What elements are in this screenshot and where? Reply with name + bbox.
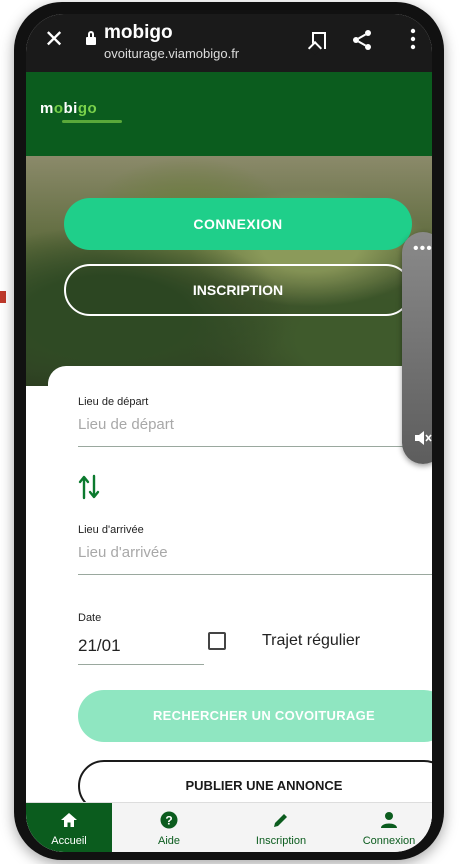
- inscription-button[interactable]: INSCRIPTION: [64, 264, 412, 316]
- arrivee-underline: [78, 574, 432, 575]
- bottom-navigation: Accueil ? Aide Inscription Connexion: [26, 802, 432, 852]
- date-label: Date: [78, 612, 102, 624]
- app-header: mobigo: [26, 72, 432, 156]
- close-icon[interactable]: ✕: [44, 28, 64, 52]
- help-icon: ?: [160, 811, 178, 829]
- browser-title: mobigo: [104, 22, 173, 43]
- depart-underline: [78, 446, 432, 447]
- date-underline: [78, 664, 204, 665]
- phone-frame: ✕ mobigo ovoiturage.viamobigo.fr mobigo …: [14, 2, 444, 860]
- nav-item-accueil[interactable]: Accueil: [26, 803, 112, 852]
- search-carpool-button[interactable]: RECHERCHER UN COVOITURAGE: [78, 690, 432, 742]
- home-icon: [61, 813, 77, 827]
- lock-icon: [86, 31, 96, 48]
- arrivee-input[interactable]: Lieu d'arrivée: [78, 544, 168, 561]
- person-icon: [381, 812, 397, 828]
- nav-item-inscription[interactable]: Inscription: [238, 803, 324, 852]
- more-vert-icon[interactable]: [410, 28, 416, 50]
- connexion-button[interactable]: CONNEXION: [64, 198, 412, 250]
- nav-item-connexion[interactable]: Connexion: [346, 803, 432, 852]
- depart-input[interactable]: Lieu de départ: [78, 416, 174, 433]
- regular-trip-checkbox[interactable]: [208, 632, 226, 650]
- floating-media-panel[interactable]: •••: [402, 232, 432, 464]
- nav-item-aide[interactable]: ? Aide: [126, 803, 212, 852]
- nav-label-aide: Aide: [157, 835, 181, 847]
- browser-url[interactable]: ovoiturage.viamobigo.fr: [104, 46, 239, 61]
- screen: ✕ mobigo ovoiturage.viamobigo.fr mobigo …: [26, 14, 432, 852]
- nav-label-connexion: Connexion: [362, 835, 416, 847]
- pencil-icon: [274, 814, 287, 827]
- arrivee-label: Lieu d'arrivée: [78, 524, 144, 536]
- share-icon[interactable]: [350, 28, 374, 52]
- bookmark-icon[interactable]: [312, 32, 326, 49]
- date-input[interactable]: 21/01: [78, 636, 121, 656]
- search-form-card: Lieu de départ Lieu de départ Lieu d'arr…: [48, 366, 432, 836]
- svg-text:?: ?: [165, 814, 172, 828]
- logo-tagline: [62, 120, 122, 123]
- regular-trip-label[interactable]: Trajet régulier: [262, 632, 360, 650]
- swap-icon[interactable]: [78, 474, 100, 500]
- browser-toolbar: ✕ mobigo ovoiturage.viamobigo.fr: [26, 14, 432, 72]
- nav-label-inscription: Inscription: [255, 835, 307, 847]
- nav-label-accueil: Accueil: [51, 835, 87, 847]
- depart-label: Lieu de départ: [78, 396, 149, 408]
- mobigo-logo[interactable]: mobigo: [40, 100, 97, 117]
- edge-marker: [0, 291, 6, 303]
- more-horiz-icon[interactable]: •••: [413, 241, 432, 257]
- mute-icon[interactable]: [413, 428, 432, 448]
